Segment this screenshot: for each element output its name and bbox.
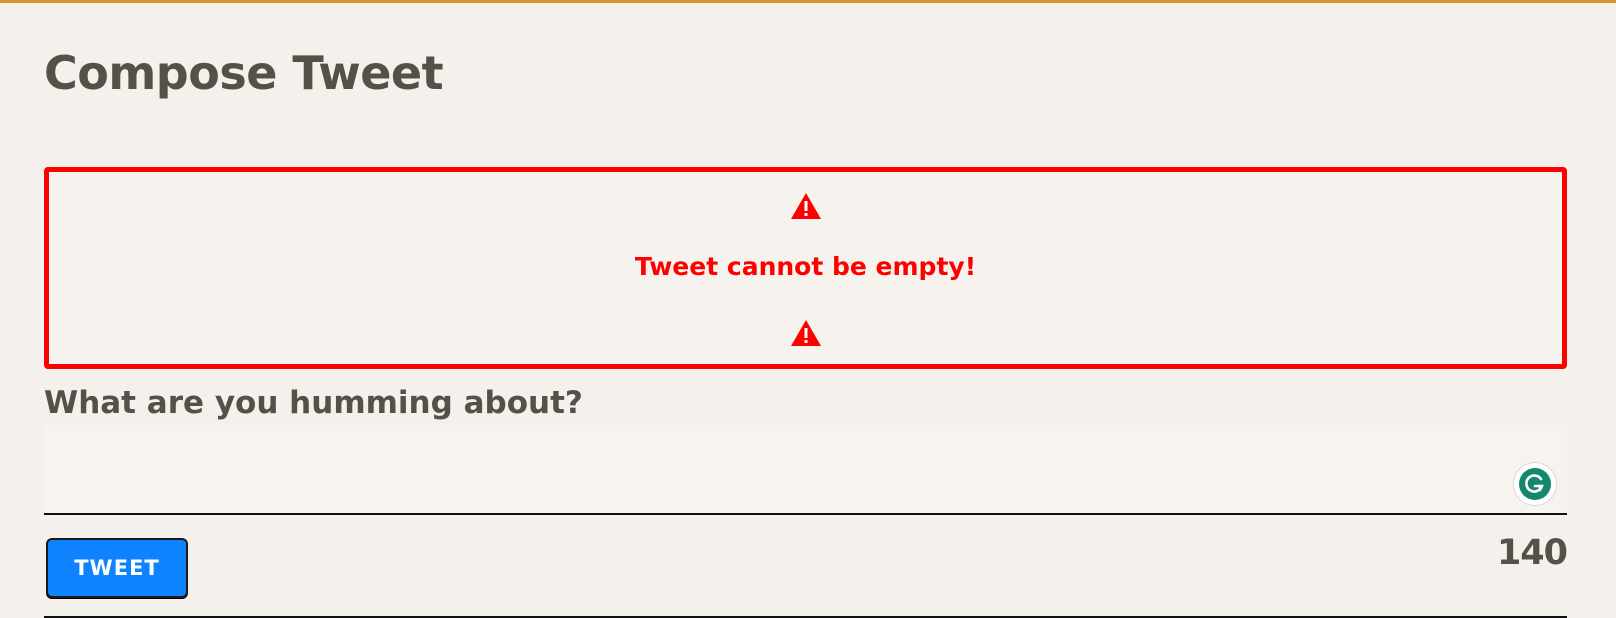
character-counter: 140 bbox=[1496, 533, 1568, 573]
tweet-prompt-label: What are you humming about? bbox=[44, 385, 583, 421]
grammarly-icon[interactable] bbox=[1513, 462, 1557, 506]
tweet-textarea[interactable] bbox=[44, 425, 1567, 513]
grammarly-g-icon bbox=[1519, 468, 1551, 500]
warning-triangle-icon bbox=[790, 193, 821, 219]
tweet-input-container bbox=[44, 425, 1567, 515]
top-accent-bar bbox=[0, 0, 1616, 3]
error-message: Tweet cannot be empty! bbox=[634, 252, 977, 281]
warning-triangle-icon bbox=[790, 320, 821, 346]
page-title: Compose Tweet bbox=[44, 46, 444, 100]
error-alert: Tweet cannot be empty! bbox=[44, 167, 1567, 369]
tweet-button[interactable]: TWEET bbox=[46, 538, 188, 598]
